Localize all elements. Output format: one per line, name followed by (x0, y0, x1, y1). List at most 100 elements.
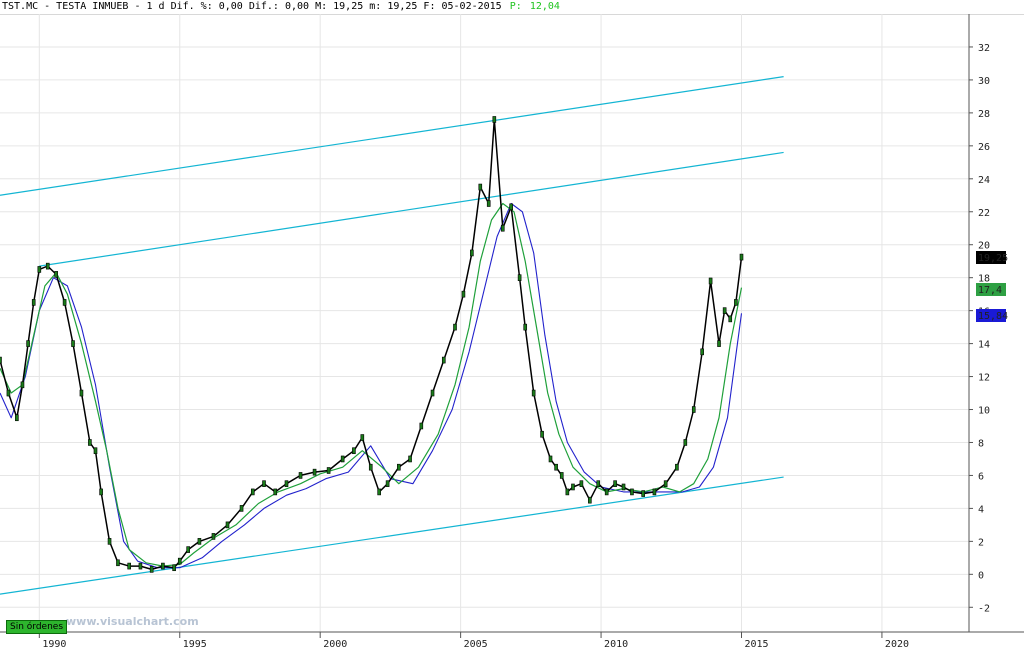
price-point (630, 488, 634, 496)
price-point (93, 447, 98, 455)
y-axis-ticks: -202468101214161820222426283032 (969, 43, 990, 614)
price-point (596, 480, 601, 487)
price-point (461, 290, 466, 298)
price-point (172, 564, 176, 572)
price-point (540, 430, 544, 438)
price-point (54, 271, 58, 278)
channel-line (0, 476, 784, 595)
price-point (478, 183, 483, 191)
y-tick-label: 22 (978, 208, 990, 219)
blue-ma-badge-text: 15,84 (978, 311, 1008, 322)
price-point (613, 480, 617, 487)
channel-line (39, 151, 784, 267)
x-tick-label: 2020 (885, 639, 909, 650)
series-layer (0, 116, 744, 573)
price-line (0, 118, 743, 571)
price-point (385, 480, 390, 487)
y-tick-label: 12 (978, 373, 990, 384)
price-point (62, 299, 67, 306)
x-axis-ticks: 1990 1995 2000 2005 2010 2015 2020 (38, 632, 909, 650)
trend-channel (0, 76, 784, 595)
y-tick-label: 6 (978, 471, 984, 482)
price-point (621, 483, 626, 491)
y-tick-label: 26 (978, 142, 990, 153)
channel-line (0, 76, 784, 196)
price-point (571, 483, 575, 491)
price-point (262, 480, 266, 487)
price-point (408, 455, 412, 463)
y-tick-label: 20 (978, 241, 990, 252)
price-point (486, 200, 491, 207)
price-point (441, 356, 446, 364)
watermark: www.visualchart.com (66, 615, 199, 628)
price-point (26, 340, 30, 347)
price-point (663, 480, 668, 487)
price-point (273, 488, 278, 496)
price-point (565, 488, 570, 496)
price-point (15, 414, 19, 422)
price-badges: 19,25 17,4 15,84 (976, 251, 1008, 322)
last-price-badge: 19,25 (976, 251, 1008, 264)
x-tick-label: 2015 (744, 639, 768, 650)
price-point (239, 505, 244, 512)
y-tick-label: 10 (978, 406, 990, 417)
y-tick-label: 4 (978, 504, 984, 515)
price-point (116, 559, 120, 567)
price-point (79, 389, 84, 397)
orders-status-button[interactable]: Sin órdenes (6, 620, 68, 634)
price-point (419, 422, 424, 430)
y-tick-label: 24 (978, 175, 990, 186)
last-price-badge-text: 19,25 (978, 253, 1008, 264)
price-point (186, 546, 190, 553)
price-point (500, 224, 505, 232)
price-point (548, 455, 553, 463)
price-point (675, 463, 679, 471)
price-point (161, 562, 165, 570)
price-point (149, 566, 154, 573)
price-point (20, 381, 25, 389)
axis-layer (0, 14, 1024, 633)
price-point (377, 488, 381, 496)
x-tick-label: 2010 (604, 639, 628, 650)
y-tick-label: 0 (978, 570, 984, 581)
y-tick-label: 2 (978, 537, 984, 548)
price-point (6, 389, 11, 397)
price-point (397, 463, 401, 471)
price-point (691, 406, 696, 413)
price-point (652, 488, 657, 496)
price-point (559, 472, 564, 479)
y-tick-label: -2 (978, 603, 990, 614)
price-point (509, 203, 513, 211)
price-point (326, 467, 331, 474)
price-point (284, 480, 289, 487)
x-tick-label: 1995 (183, 639, 207, 650)
green-ma-badge-text: 17,4 (978, 285, 1002, 296)
price-point (722, 307, 727, 314)
price-point (88, 439, 92, 446)
price-point (554, 463, 558, 471)
price-point (99, 488, 103, 496)
y-tick-label: 28 (978, 109, 990, 120)
price-point (107, 538, 112, 545)
price-point (177, 557, 182, 565)
price-point (470, 249, 474, 257)
price-point (45, 262, 50, 270)
price-point (197, 538, 202, 545)
price-point (531, 389, 536, 397)
price-point (250, 488, 255, 496)
y-tick-label: 32 (978, 43, 990, 54)
price-point (368, 463, 373, 471)
price-point (588, 496, 592, 504)
price-point (360, 434, 365, 441)
blue-ma-badge: 15,84 (976, 309, 1008, 322)
price-point (298, 472, 303, 479)
x-tick-label: 2005 (464, 639, 488, 650)
price-point (734, 299, 738, 306)
price-chart[interactable]: -202468101214161820222426283032 19901995… (0, 0, 1024, 651)
price-point (352, 447, 356, 455)
price-point (453, 323, 457, 331)
price-point (127, 562, 131, 570)
price-point (739, 253, 744, 261)
y-tick-label: 14 (978, 340, 990, 351)
price-point (430, 389, 435, 397)
